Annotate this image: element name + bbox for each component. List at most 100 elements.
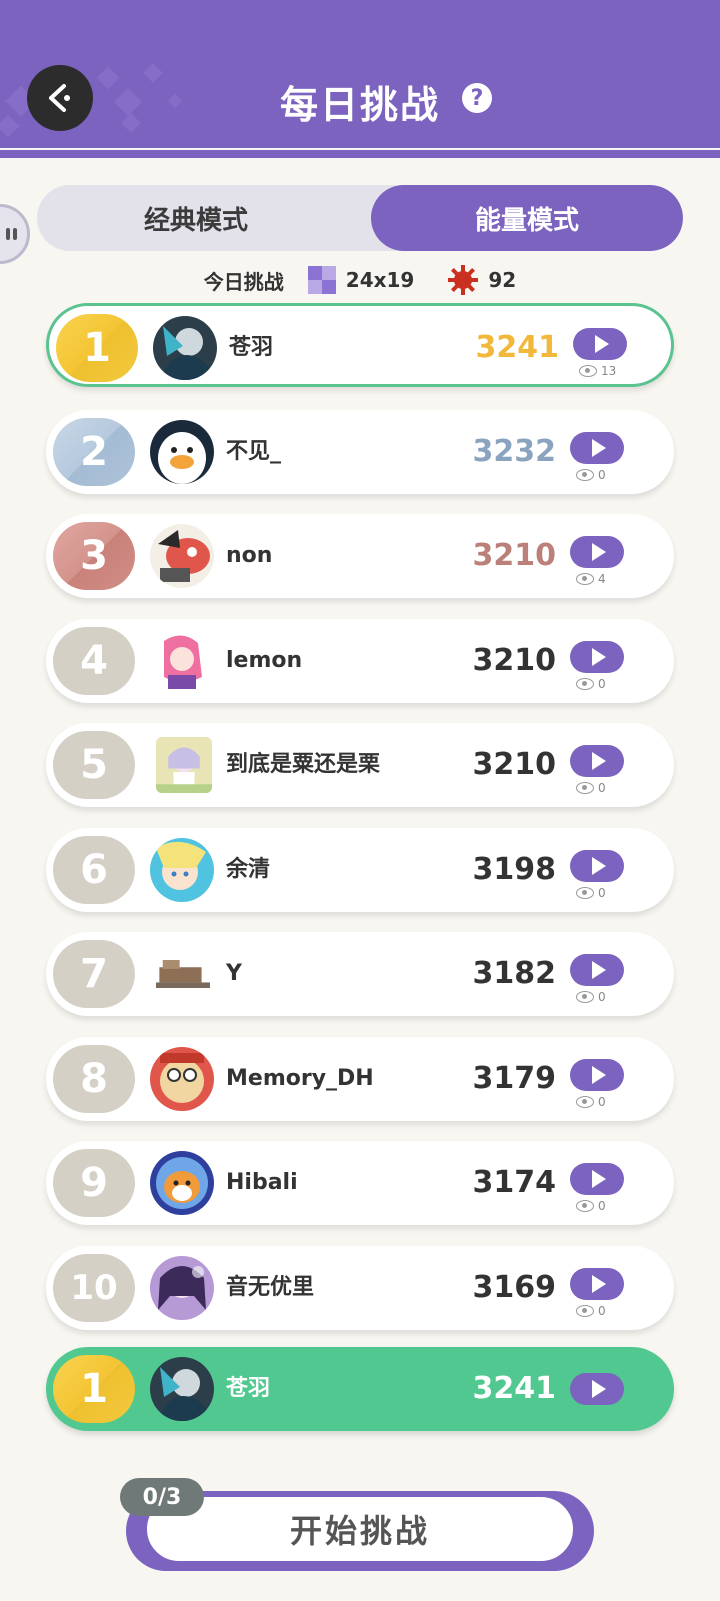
eye-icon [576,1095,594,1108]
player-score: 3174 [472,1165,557,1200]
rank-badge: 5 [53,731,135,799]
player-name: 余清 [226,856,271,882]
replay-button[interactable] [570,1267,624,1300]
player-score: 3210 [472,642,557,678]
player-score: 3179 [472,1060,557,1096]
rank-badge: 9 [53,1149,135,1217]
attempts-counter: 0/3 [120,1478,204,1516]
rank-row[interactable]: 10 音无优里 3169 0 [46,1245,674,1330]
rank-badge: 8 [53,1044,135,1113]
view-count: 13 [579,364,616,378]
player-name: lemon [226,647,303,673]
replay-button[interactable] [570,745,624,777]
view-count-value: 0 [598,1094,606,1109]
player-name: 苍羽 [226,1376,271,1401]
view-count: 0 [576,1304,606,1318]
eye-icon [576,991,594,1003]
view-count: 0 [576,468,606,482]
rank-badge: 7 [53,940,135,1008]
play-icon [592,647,606,666]
play-icon [592,1170,606,1188]
replay-button[interactable] [570,640,624,673]
replay-button[interactable] [570,536,624,568]
replay-button[interactable] [570,1373,624,1405]
view-count-value: 13 [601,364,617,378]
replay-button[interactable] [570,954,624,986]
side-chat-bubble[interactable] [0,204,30,264]
avatar [150,837,214,902]
avatar [150,419,214,484]
replay-button[interactable] [570,431,624,464]
player-score: 3182 [472,956,557,991]
play-icon [595,335,609,353]
player-name: Hibali [226,1170,298,1195]
replay-button[interactable] [573,328,627,360]
player-name: 到底是粟还是栗 [226,752,381,777]
board-size-icon [307,266,336,294]
today-label: 今日挑战 [203,269,284,294]
eye-icon [576,468,594,481]
player-name: 不见_ [226,438,282,464]
view-count: 0 [576,886,606,900]
view-count: 0 [576,1199,606,1213]
rank-badge: 3 [53,522,135,590]
view-count-value: 0 [598,676,606,691]
player-score: 3210 [472,538,557,573]
avatar [153,316,217,380]
start-challenge-button[interactable]: 开始挑战 [144,1494,576,1564]
rank-row[interactable]: 9 Hibali 3174 0 [46,1141,674,1225]
avatar [150,1255,214,1320]
play-icon [592,1380,606,1398]
avatar [150,524,214,588]
rank-row[interactable]: 2 不见_ 3232 0 [46,409,674,494]
replay-button[interactable] [570,1058,624,1091]
play-icon [592,856,606,875]
view-count: 0 [576,677,606,691]
help-icon[interactable]: ? [462,83,492,113]
view-count-value: 0 [598,885,606,900]
my-rank-row[interactable]: 1 苍羽 3241 [46,1347,674,1431]
replay-button[interactable] [570,849,624,882]
player-name: Y [226,961,242,986]
play-icon [592,1065,606,1084]
rank-row[interactable]: 6 余清 3198 0 [46,827,674,912]
eye-icon [576,1200,594,1212]
avatar [150,1357,214,1421]
view-count-value: 0 [598,1303,606,1318]
rank-badge: 1 [56,314,138,382]
rank-row[interactable]: 3 non 3210 4 [46,514,674,598]
player-name: Memory_DH [226,1065,374,1091]
eye-icon [576,782,594,794]
rank-badge: 10 [53,1253,135,1322]
mode-toggle: 经典模式 能量模式 [37,185,683,251]
player-score: 3232 [472,433,557,469]
player-name: 苍羽 [229,335,274,360]
header-bar: 每日挑战 ? [0,0,720,148]
tab-energy-mode[interactable]: 能量模式 [371,185,683,251]
rank-row[interactable]: 5 到底是粟还是栗 3210 0 [46,723,674,807]
page-title: 每日挑战 [279,83,440,127]
rank-row[interactable]: 1 苍羽 3241 13 [46,303,674,387]
rank-row[interactable]: 7 Y 3182 0 [46,932,674,1016]
player-name: non [226,543,273,568]
play-icon [592,961,606,979]
player-score: 3241 [475,330,560,365]
player-score: 3169 [472,1269,557,1305]
rank-badge: 2 [53,417,135,486]
eye-icon [576,886,594,899]
view-count-value: 0 [598,1199,606,1213]
avatar [156,960,210,988]
play-icon [592,1274,606,1293]
mine-count: 92 [488,268,517,292]
tab-classic-mode[interactable]: 经典模式 [37,185,355,251]
view-count-value: 0 [598,467,606,482]
replay-button[interactable] [570,1163,624,1195]
eye-icon [576,677,594,690]
rank-row[interactable]: 4 lemon 3210 0 [46,618,674,703]
view-count-value: 4 [598,572,606,586]
rank-badge: 4 [53,626,135,695]
player-score: 3241 [472,1371,557,1406]
avatar [150,628,214,693]
rank-row[interactable]: 8 Memory_DH 3179 0 [46,1036,674,1121]
avatar [156,737,212,793]
